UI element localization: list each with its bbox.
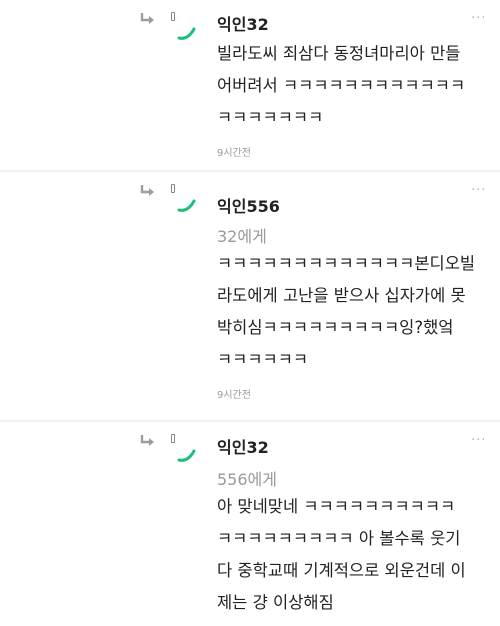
comment-time: 9시간전 bbox=[217, 148, 251, 159]
comment-author[interactable]: 익인32 bbox=[217, 434, 269, 458]
more-options-icon[interactable]: ··· bbox=[471, 184, 487, 197]
avatar-pin-icon bbox=[171, 12, 175, 21]
comment-body: ㅋㅋㅋㅋㅋㅋㅋㅋㅋㅋㅋㅋㅋ본디오빌 라도에게 고난을 받으사 십자가에 못 박히… bbox=[217, 254, 476, 369]
more-options-icon[interactable]: ··· bbox=[471, 12, 487, 25]
reply-arrow-icon bbox=[140, 13, 154, 24]
comment-author[interactable]: 익인556 bbox=[217, 193, 280, 217]
mention-target[interactable]: 32에게 bbox=[217, 223, 267, 247]
more-options-icon[interactable]: ··· bbox=[471, 434, 487, 447]
comment-reply: 익인556 ··· 32에게 ㅋㅋㅋㅋㅋㅋㅋㅋㅋㅋㅋㅋㅋ본디오빌 라도에게 고난… bbox=[0, 172, 500, 420]
comment-reply: 익인32 ··· 빌라도씨 죄삼다 동정녀마리아 만들 어버려서 ㅋㅋㅋㅋㅋㅋㅋ… bbox=[0, 0, 500, 170]
avatar-pin-icon bbox=[171, 434, 175, 443]
comment-time: 9시간전 bbox=[217, 390, 251, 401]
reply-arrow-icon bbox=[140, 185, 154, 196]
avatar[interactable] bbox=[168, 184, 202, 218]
avatar[interactable] bbox=[168, 434, 202, 468]
avatar[interactable] bbox=[168, 12, 202, 46]
comment-body: 아 맞네맞네 ㅋㅋㅋㅋㅋㅋㅋㅋㅋㅋ ㅋㅋㅋㅋㅋㅋㅋㅋㅋ 아 볼수록 웃기 다 중… bbox=[217, 497, 466, 612]
comment-author[interactable]: 익인32 bbox=[217, 11, 269, 35]
reply-arrow-icon bbox=[140, 435, 154, 446]
comment-body: 빌라도씨 죄삼다 동정녀마리아 만들 어버려서 ㅋㅋㅋㅋㅋㅋㅋㅋㅋㅋㅋㅋ ㅋㅋㅋ… bbox=[217, 44, 466, 127]
mention-target[interactable]: 556에게 bbox=[217, 466, 277, 490]
avatar-pin-icon bbox=[171, 184, 175, 193]
comment-reply: 익인32 ··· 556에게 아 맞네맞네 ㅋㅋㅋㅋㅋㅋㅋㅋㅋㅋ ㅋㅋㅋㅋㅋㅋㅋ… bbox=[0, 422, 500, 626]
